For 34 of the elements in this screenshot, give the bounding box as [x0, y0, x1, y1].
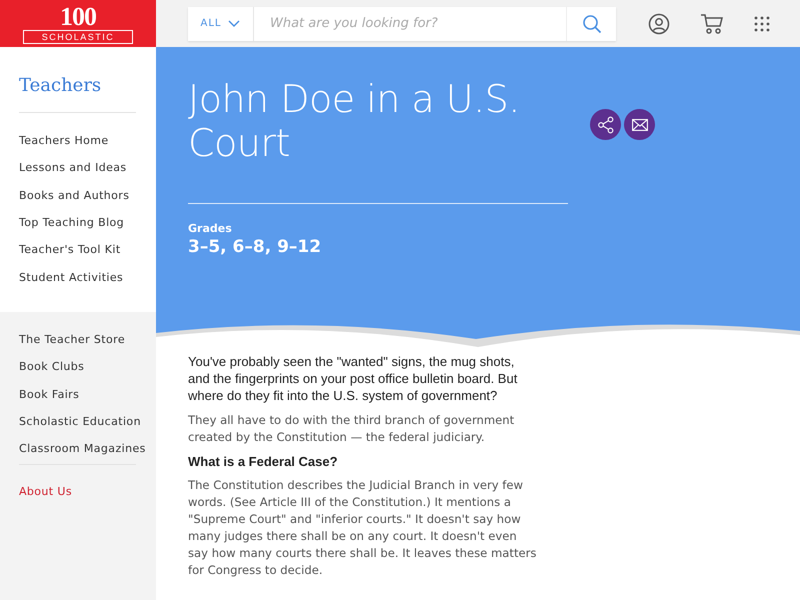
- sidebar-link[interactable]: Lessons and Ideas: [19, 154, 127, 182]
- cart-icon[interactable]: [700, 12, 724, 34]
- body-paragraph: The Constitution describes the Judicial Branch in very few words. (See Article III of the Constitution.) It mentions a "Supreme Court" and "inferior courts." It doesn't say how many judges there shall be on any court. It doesn't even say how many courts there shall be. It leaves these matters for Congress to decide.: [188, 477, 538, 579]
- section-heading: What is a Federal Case?: [188, 454, 339, 469]
- sidebar-link[interactable]: Teacher's Tool Kit: [19, 236, 121, 264]
- sidebar-link[interactable]: Student Activities: [19, 263, 124, 291]
- about-link[interactable]: About Us: [19, 477, 72, 505]
- lead-paragraph: You've probably seen the "wanted" signs, the mug shots, and the fingerprints on your post office bulletin board. But where do they fit into the U.S. system of government?: [188, 353, 518, 404]
- search-field[interactable]: What are you looking for?: [254, 6, 566, 40]
- chevron-down-icon: [228, 20, 240, 28]
- page-title: John Doe in a U.S. Court: [188, 77, 521, 165]
- grades-label: Grades: [188, 222, 233, 235]
- apps-grid-icon[interactable]: [754, 16, 770, 32]
- sidebar-link[interactable]: The Teacher Store: [19, 326, 125, 354]
- account-icon[interactable]: [648, 12, 670, 34]
- sidebar-link[interactable]: Classroom Magazines: [19, 435, 146, 462]
- logo-wordmark: SCHOLASTIC: [23, 30, 133, 44]
- scholastic-logo[interactable]: 100 SCHOLASTIC: [0, 0, 156, 47]
- sidebar-link[interactable]: Books and Authors: [19, 182, 130, 209]
- body-paragraph: They all have to do with the third branch of government created by the Constitution — the federal judiciary.: [188, 412, 516, 446]
- search-icon: [582, 14, 602, 34]
- sidebar-link[interactable]: Book Clubs: [19, 353, 84, 381]
- sidebar-link[interactable]: Book Fairs: [19, 380, 80, 408]
- envelope-icon: [632, 118, 648, 130]
- sidebar-link[interactable]: Top Teaching Blog: [19, 208, 124, 236]
- logo-number: 100: [60, 4, 96, 30]
- share-button[interactable]: [590, 109, 621, 140]
- sidebar-link[interactable]: Teachers Home: [19, 127, 109, 154]
- email-button[interactable]: [624, 109, 655, 140]
- grades-value: 3–5, 6–8, 9–12: [188, 237, 322, 257]
- sidebar-link[interactable]: Scholastic Education: [19, 408, 141, 436]
- search-button[interactable]: [566, 6, 616, 40]
- share-icon: [596, 116, 614, 134]
- sidebar-title[interactable]: Teachers: [19, 75, 136, 96]
